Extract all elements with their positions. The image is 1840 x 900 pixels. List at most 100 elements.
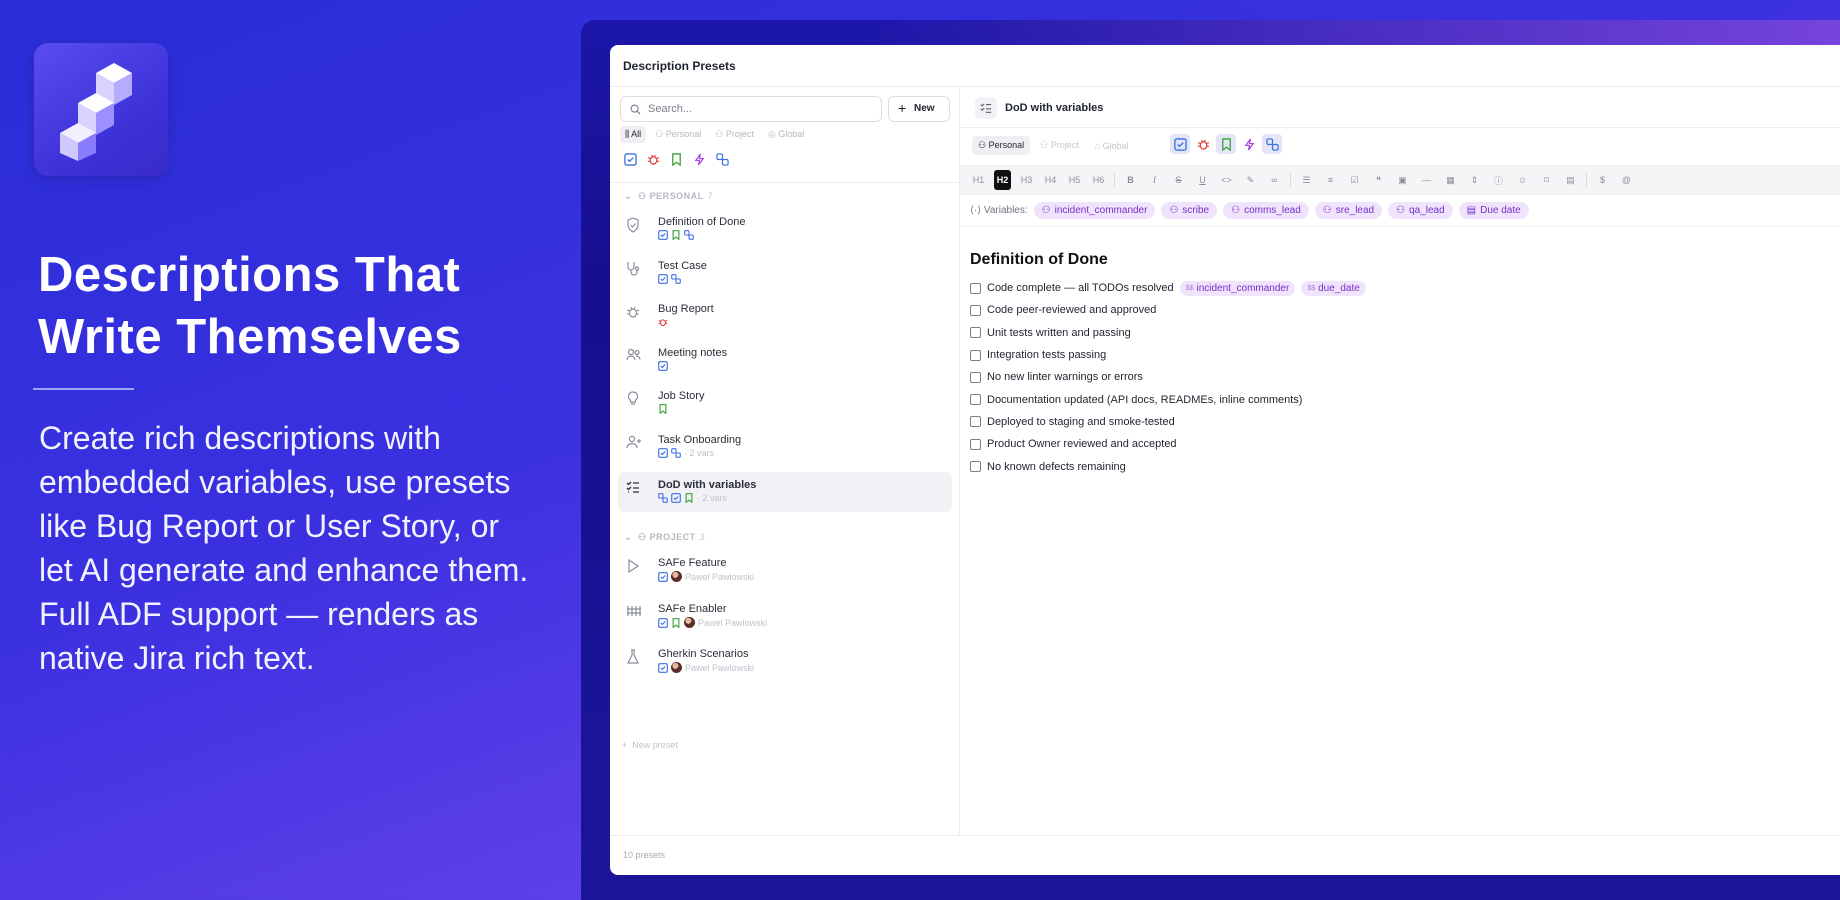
preset-safe-enabler[interactable]: SAFe Enabler Pawel Pawlowski bbox=[618, 596, 952, 636]
preset-task-onboarding[interactable]: Task Onboarding · 2 vars bbox=[618, 427, 952, 467]
checklist-item-text[interactable]: Code complete — all TODOs resolved bbox=[987, 282, 1174, 294]
bug-icon bbox=[626, 306, 640, 318]
checkbox[interactable] bbox=[970, 461, 981, 473]
calendar-icon[interactable]: ▤ bbox=[1562, 170, 1579, 190]
variable-chip[interactable]: ⚇ comms_lead bbox=[1223, 202, 1309, 219]
preset-test-case[interactable]: Test Case bbox=[618, 253, 952, 293]
variable-icon[interactable]: $ bbox=[1594, 170, 1611, 190]
brush-icon[interactable]: ✎ bbox=[1242, 170, 1259, 190]
new-preset-link[interactable]: + New preset bbox=[622, 740, 678, 750]
preset-name-field[interactable]: DoD with variables bbox=[1005, 102, 1103, 114]
heading-6-button[interactable]: H6 bbox=[1090, 170, 1107, 190]
quote-icon[interactable]: ❝ bbox=[1370, 170, 1387, 190]
inline-variable[interactable]: $$ incident_commander bbox=[1179, 280, 1296, 296]
italic-icon[interactable]: I bbox=[1146, 170, 1163, 190]
preset-icon-picker[interactable] bbox=[975, 97, 997, 119]
emoji-icon[interactable]: ☺ bbox=[1514, 170, 1531, 190]
divider-icon[interactable]: — bbox=[1418, 170, 1435, 190]
filter-all[interactable]: ⫼ All bbox=[620, 126, 647, 143]
calendar-icon: ▤ bbox=[1466, 205, 1477, 216]
variable-chip[interactable]: ⚇ scribe bbox=[1161, 202, 1218, 219]
scope-personal[interactable]: ⚇ Personal bbox=[972, 136, 1031, 155]
table-icon[interactable]: ▦ bbox=[1442, 170, 1459, 190]
search-input[interactable]: Search... bbox=[620, 96, 882, 122]
preset-safe-feature[interactable]: SAFe Feature Pawel Pawlowski bbox=[618, 550, 952, 590]
preset-dod-with-variables[interactable]: DoD with variables · 2 vars bbox=[618, 472, 952, 512]
checklist-item-text[interactable]: Deployed to staging and smoke-tested bbox=[987, 416, 1175, 428]
filter-personal[interactable]: ⚇ Personal bbox=[650, 126, 706, 143]
checklist-item: Unit tests written and passing bbox=[970, 322, 1366, 344]
section-project[interactable]: ⌄ ⚇ PROJECT 3 bbox=[624, 532, 705, 543]
preset-meeting-notes[interactable]: Meeting notes bbox=[618, 340, 952, 380]
checkbox[interactable] bbox=[970, 282, 981, 294]
variable-chip[interactable]: ⚇ qa_lead bbox=[1388, 202, 1453, 219]
type-epic-toggle[interactable] bbox=[1239, 134, 1259, 154]
numbered-list-icon[interactable]: ≡ bbox=[1322, 170, 1339, 190]
type-story-toggle[interactable] bbox=[1216, 134, 1236, 154]
strikethrough-icon[interactable]: S bbox=[1170, 170, 1187, 190]
type-bug-toggle[interactable] bbox=[1193, 134, 1213, 154]
checkbox[interactable] bbox=[970, 416, 981, 428]
checklist-item-text[interactable]: Integration tests passing bbox=[987, 349, 1106, 361]
bookmark-icon[interactable] bbox=[670, 153, 683, 166]
inline-variable[interactable]: $$ due_date bbox=[1301, 280, 1366, 296]
stethoscope-icon bbox=[627, 262, 640, 276]
checkbox[interactable] bbox=[970, 327, 981, 339]
type-task-toggle[interactable] bbox=[1170, 134, 1190, 154]
checklist-item-text[interactable]: Code peer-reviewed and approved bbox=[987, 304, 1156, 316]
preset-bug-report[interactable]: Bug Report bbox=[618, 296, 952, 336]
preset-name: Meeting notes bbox=[658, 347, 728, 359]
task-list-icon[interactable]: ☑ bbox=[1346, 170, 1363, 190]
section-personal[interactable]: ⌄ ⚇ PERSONAL 7 bbox=[624, 191, 713, 202]
scope-global[interactable]: ⌂ Global bbox=[1089, 137, 1135, 155]
code-block-icon[interactable]: ▣ bbox=[1394, 170, 1411, 190]
mention-icon[interactable]: @ bbox=[1618, 170, 1635, 190]
checkbox[interactable] bbox=[970, 438, 981, 450]
checkbox[interactable] bbox=[970, 304, 981, 316]
info-panel-icon[interactable]: ⓘ bbox=[1490, 170, 1507, 190]
checklist-item-text[interactable]: Product Owner reviewed and accepted bbox=[987, 438, 1177, 450]
checklist-item-text[interactable]: No new linter warnings or errors bbox=[987, 371, 1143, 383]
heading-2-button[interactable]: H2 bbox=[994, 170, 1011, 190]
bold-icon[interactable]: B bbox=[1122, 170, 1139, 190]
code-icon[interactable]: <> bbox=[1218, 170, 1235, 190]
underline-icon[interactable]: U bbox=[1194, 170, 1211, 190]
checklist-item-text[interactable]: Unit tests written and passing bbox=[987, 327, 1131, 339]
cubes-logo-icon bbox=[60, 63, 132, 161]
play-icon bbox=[628, 558, 640, 574]
filter-project[interactable]: ⚇ Project bbox=[710, 126, 759, 143]
link-icon[interactable]: ∞ bbox=[1266, 170, 1283, 190]
heading-4-button[interactable]: H4 bbox=[1042, 170, 1059, 190]
document-heading[interactable]: Definition of Done bbox=[970, 251, 1108, 269]
preset-job-story[interactable]: Job Story bbox=[618, 383, 952, 423]
checkbox[interactable] bbox=[970, 349, 981, 361]
preset-gherkin-scenarios[interactable]: Gherkin Scenarios Pawel Pawlowski bbox=[618, 641, 952, 681]
section-personal-label: PERSONAL bbox=[649, 191, 704, 201]
user-icon: ⚇ bbox=[1169, 205, 1179, 216]
preset-definition-of-done[interactable]: Definition of Done bbox=[618, 209, 952, 249]
new-preset-label: New preset bbox=[632, 740, 678, 750]
tag-icon[interactable]: ⌑ bbox=[1538, 170, 1555, 190]
new-button[interactable]: + New bbox=[888, 96, 950, 122]
heading-5-button[interactable]: H5 bbox=[1066, 170, 1083, 190]
expand-icon[interactable]: ⇕ bbox=[1466, 170, 1483, 190]
checkbox[interactable] bbox=[970, 394, 981, 406]
subtask-icon bbox=[1265, 137, 1279, 151]
heading-1-button[interactable]: H1 bbox=[970, 170, 987, 190]
heading-3-button[interactable]: H3 bbox=[1018, 170, 1035, 190]
bullet-list-icon[interactable]: ☰ bbox=[1298, 170, 1315, 190]
variable-chip[interactable]: ⚇ sre_lead bbox=[1314, 202, 1383, 219]
checkbox[interactable] bbox=[970, 371, 981, 383]
checkbox-icon[interactable] bbox=[624, 153, 637, 166]
variable-chip[interactable]: ▤ Due date bbox=[1458, 202, 1529, 219]
checklist-item-text[interactable]: No known defects remaining bbox=[987, 461, 1126, 473]
bug-icon[interactable] bbox=[647, 153, 660, 166]
checklist-item-text[interactable]: Documentation updated (API docs, READMEs… bbox=[987, 394, 1302, 406]
subtask-icon[interactable] bbox=[716, 153, 729, 166]
scope-project[interactable]: ⚇ Project bbox=[1034, 136, 1085, 155]
variable-chip[interactable]: ⚇ incident_commander bbox=[1033, 202, 1156, 219]
lightning-icon[interactable] bbox=[693, 153, 706, 166]
filter-global[interactable]: ◎ Global bbox=[763, 126, 809, 143]
type-subtask-toggle[interactable] bbox=[1262, 134, 1282, 154]
checklist-item: Code complete — all TODOs resolved $$ inc… bbox=[970, 277, 1366, 299]
